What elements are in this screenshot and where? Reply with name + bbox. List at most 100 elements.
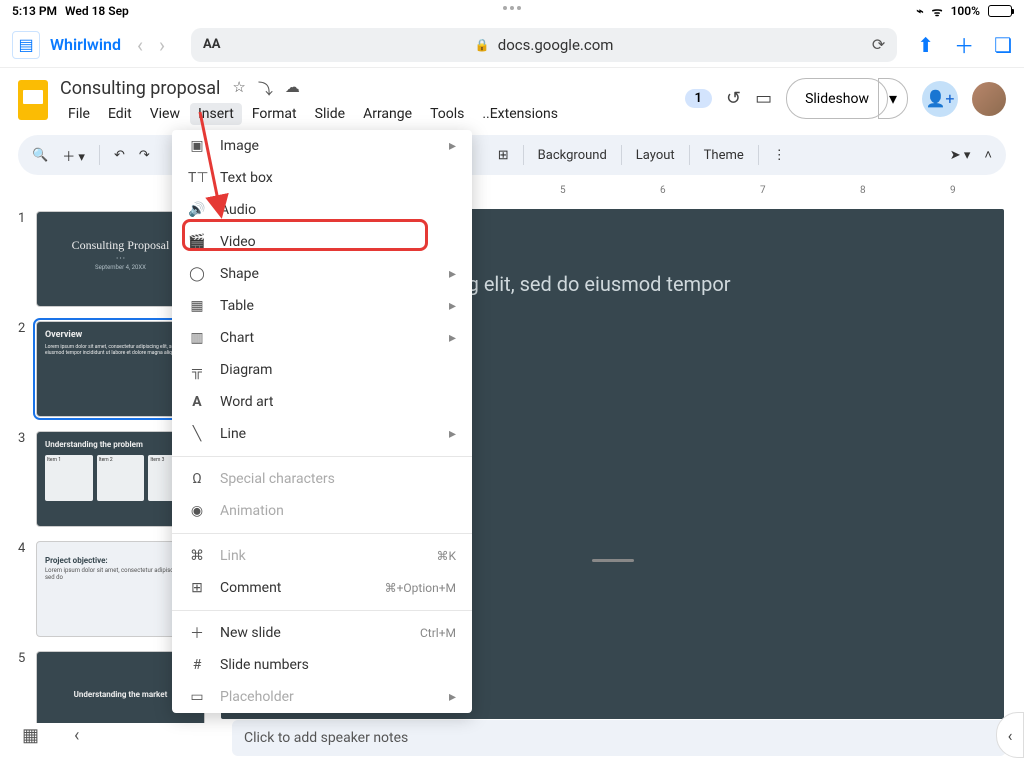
- plus-icon: ＋: [188, 623, 206, 643]
- textbox-icon[interactable]: ⊞: [498, 148, 509, 163]
- insert-audio[interactable]: 🔊Audio: [172, 194, 472, 226]
- share-icon[interactable]: ⬆︎: [917, 33, 934, 57]
- redo-icon[interactable]: ↷: [139, 148, 150, 163]
- chevron-right-icon: ▸: [449, 426, 456, 442]
- wifi-icon: ᯤ: [932, 3, 943, 20]
- battery-icon: [988, 5, 1012, 17]
- more-icon[interactable]: ⋮: [773, 148, 786, 163]
- filmstrip-back-icon[interactable]: ‹: [74, 725, 79, 746]
- safari-toolbar: ▤ Whirlwind ‹ › AA 🔒 docs.google.com ⟳ ⬆…: [0, 22, 1024, 68]
- chevron-right-icon: ▸: [449, 266, 456, 282]
- slides-logo-icon[interactable]: [18, 80, 48, 120]
- insert-table[interactable]: ▦Table▸: [172, 290, 472, 322]
- insert-shape[interactable]: ◯Shape▸: [172, 258, 472, 290]
- chart-icon: ▥: [188, 330, 206, 346]
- text-size-button[interactable]: AA: [203, 37, 220, 52]
- link-icon: ⌘: [188, 548, 206, 564]
- version-history-icon[interactable]: ↺: [726, 88, 741, 109]
- insert-video[interactable]: 🎬Video: [172, 226, 472, 258]
- insert-menu: ▣Image▸ T⊤Text box 🔊Audio 🎬Video ◯Shape▸…: [172, 130, 472, 713]
- collapse-icon[interactable]: ˄: [984, 147, 992, 163]
- share-button[interactable]: 👤+: [922, 81, 958, 117]
- focus-icon: ⌁: [916, 4, 923, 18]
- tabs-icon[interactable]: ❏: [994, 33, 1012, 57]
- format-toolbar: 🔍 ＋ ▾ ↶ ↷ ⊞ Background Layout Theme ⋮ ➤ …: [18, 135, 1006, 175]
- background-button[interactable]: Background: [538, 148, 607, 163]
- menu-extensions[interactable]: ..Extensions: [474, 103, 566, 125]
- status-time: 5:13 PM: [12, 4, 57, 18]
- comments-icon[interactable]: ▭: [755, 88, 772, 109]
- insert-animation: ◉Animation: [172, 495, 472, 527]
- diagram-icon: ╦: [188, 362, 206, 379]
- nav-back-icon[interactable]: ‹: [131, 33, 149, 57]
- shape-icon: ◯: [188, 266, 206, 282]
- comment-icon: ⊞: [188, 580, 206, 596]
- chevron-right-icon: ▸: [449, 298, 456, 314]
- comment-count-badge[interactable]: 1: [685, 89, 712, 108]
- textbox-icon: T⊤: [188, 170, 206, 186]
- insert-textbox[interactable]: T⊤Text box: [172, 162, 472, 194]
- hash-icon: #: [188, 657, 206, 673]
- omega-icon: Ω: [188, 471, 206, 487]
- undo-icon[interactable]: ↶: [114, 148, 125, 163]
- doc-title[interactable]: Consulting proposal: [60, 78, 220, 99]
- insert-special-chars: ΩSpecial characters: [172, 463, 472, 495]
- insert-line[interactable]: ╲Line▸: [172, 418, 472, 450]
- nav-forward-icon[interactable]: ›: [153, 33, 171, 57]
- new-tab-icon[interactable]: ＋: [954, 30, 974, 59]
- theme-button[interactable]: Theme: [704, 148, 744, 163]
- grid-view-icon[interactable]: ▦: [22, 725, 39, 746]
- menu-slide[interactable]: Slide: [307, 103, 353, 125]
- move-icon[interactable]: ⤵: [258, 78, 273, 99]
- menu-insert[interactable]: Insert: [190, 103, 242, 125]
- layout-button[interactable]: Layout: [636, 148, 675, 163]
- chevron-right-icon: ▸: [449, 689, 456, 705]
- lock-icon: 🔒: [475, 38, 490, 52]
- menu-file[interactable]: File: [60, 103, 98, 125]
- insert-diagram[interactable]: ╦Diagram: [172, 354, 472, 386]
- sidebar-toggle-icon[interactable]: ▤: [12, 31, 40, 59]
- reload-icon[interactable]: ⟳: [872, 35, 885, 54]
- slideshow-button[interactable]: Slideshow: [786, 78, 888, 119]
- status-date: Wed 18 Sep: [65, 4, 129, 18]
- multitask-handle-icon[interactable]: [503, 6, 521, 10]
- insert-image[interactable]: ▣Image▸: [172, 130, 472, 162]
- menu-tools[interactable]: Tools: [422, 103, 472, 125]
- line-icon: ╲: [188, 426, 206, 442]
- audio-icon: 🔊: [188, 202, 206, 218]
- account-avatar[interactable]: [972, 82, 1006, 116]
- insert-link: ⌘Link⌘K: [172, 540, 472, 572]
- placeholder-icon: ▭: [188, 689, 206, 705]
- speaker-notes-placeholder: Click to add speaker notes: [244, 730, 408, 746]
- search-icon[interactable]: 🔍: [32, 148, 48, 163]
- video-icon: 🎬: [188, 234, 206, 250]
- browser-name[interactable]: Whirlwind: [50, 35, 121, 54]
- address-bar[interactable]: AA 🔒 docs.google.com ⟳: [191, 28, 897, 62]
- insert-comment[interactable]: ⊞Comment⌘+Option+M: [172, 572, 472, 604]
- insert-placeholder: ▭Placeholder▸: [172, 681, 472, 713]
- speaker-notes[interactable]: Click to add speaker notes: [232, 720, 1006, 756]
- wordart-icon: A: [188, 394, 206, 410]
- cloud-status-icon[interactable]: ☁: [285, 78, 300, 99]
- menu-view[interactable]: View: [142, 103, 188, 125]
- new-slide-button[interactable]: ＋ ▾: [62, 146, 85, 165]
- slideshow-menu-caret[interactable]: ▾: [878, 78, 908, 119]
- insert-slide-numbers[interactable]: #Slide numbers: [172, 649, 472, 681]
- battery-percent: 100%: [951, 4, 980, 18]
- table-icon: ▦: [188, 298, 206, 314]
- chevron-right-icon: ▸: [449, 330, 456, 346]
- image-icon: ▣: [188, 138, 206, 154]
- chevron-right-icon: ▸: [449, 138, 456, 154]
- insert-new-slide[interactable]: ＋New slideCtrl+M: [172, 617, 472, 649]
- menu-arrange[interactable]: Arrange: [355, 103, 420, 125]
- text-cursor-handle: [592, 559, 634, 562]
- animation-icon: ◉: [188, 503, 206, 519]
- doc-header: Consulting proposal ☆ ⤵ ☁ File Edit View…: [0, 68, 1024, 125]
- insert-wordart[interactable]: AWord art: [172, 386, 472, 418]
- menu-edit[interactable]: Edit: [100, 103, 140, 125]
- insert-chart[interactable]: ▥Chart▸: [172, 322, 472, 354]
- star-icon[interactable]: ☆: [232, 78, 245, 99]
- menu-format[interactable]: Format: [244, 103, 305, 125]
- ipad-status-bar: 5:13 PM Wed 18 Sep ⌁ ᯤ 100%: [0, 0, 1024, 22]
- pointer-icon[interactable]: ➤ ▾: [950, 148, 971, 163]
